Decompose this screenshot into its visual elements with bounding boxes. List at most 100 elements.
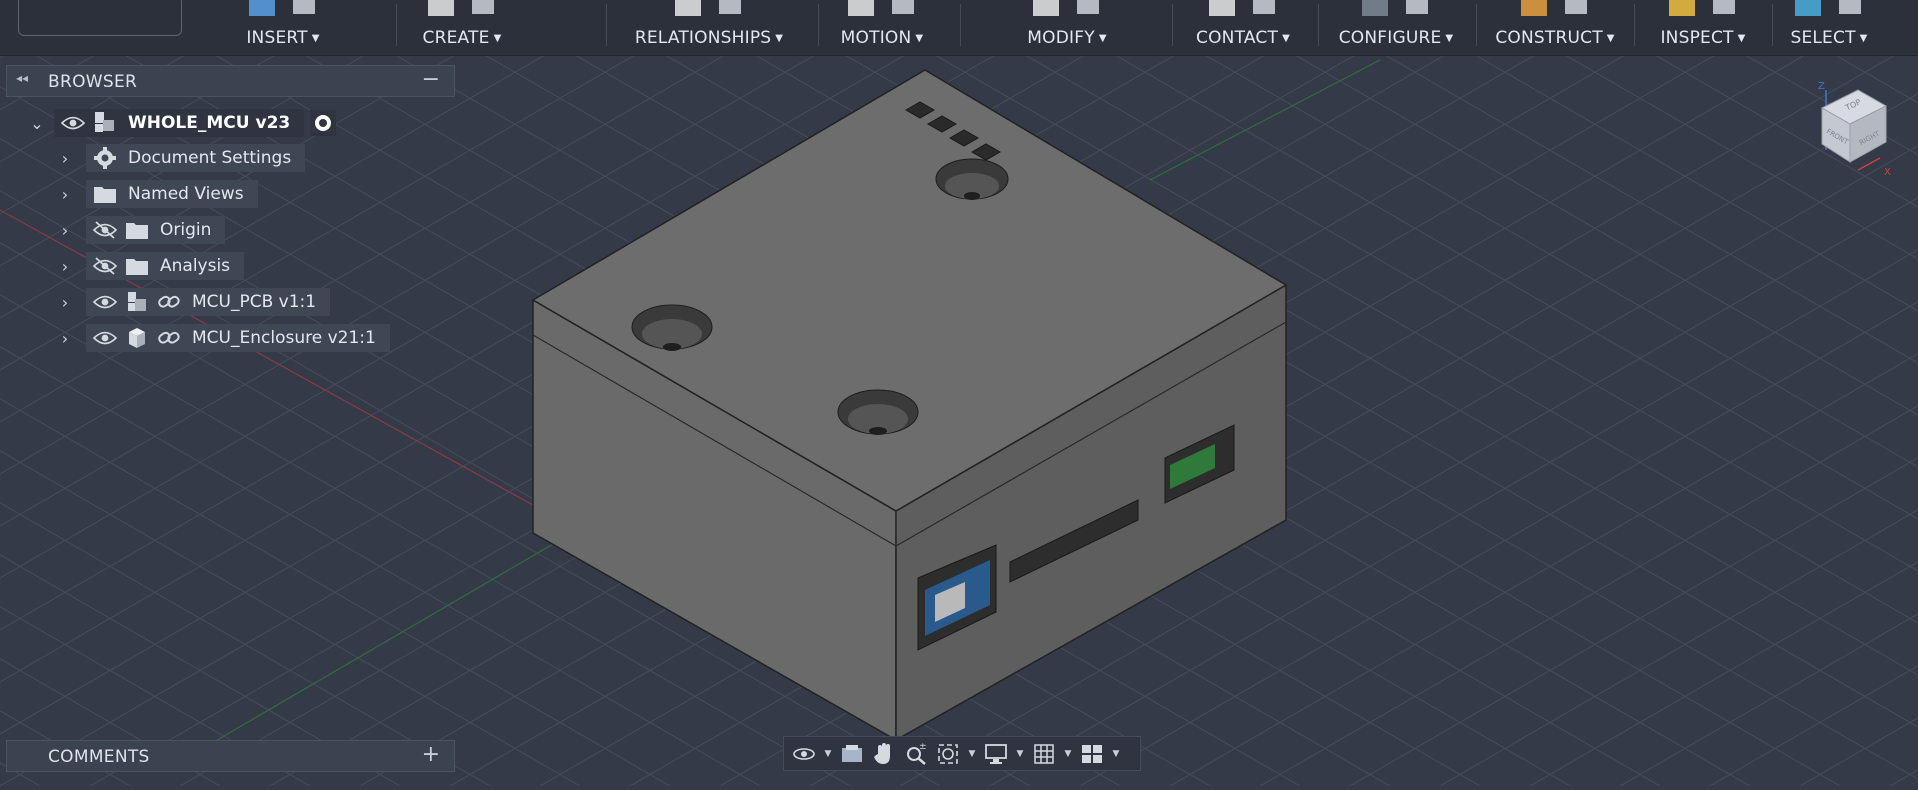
eye-hidden-icon[interactable] [92,217,118,243]
chevron-right-icon[interactable]: › [58,185,72,204]
toolbar-tool-icon[interactable] [1665,0,1699,20]
toolbar-tool-icon[interactable] [287,0,321,20]
orbit-dropdown-icon[interactable]: ▼ [822,749,834,759]
toolbar-tool-icon[interactable] [713,0,747,20]
browser-tree-item[interactable]: › Named Views [58,179,258,209]
viewports-icon[interactable] [1078,741,1106,767]
toolbar-group[interactable]: CREATE ▼ [412,0,512,55]
comments-panel-header: COMMENTS + [6,740,455,772]
screw-hole [837,389,919,435]
browser-tree-item[interactable]: › Document Settings [58,143,306,173]
toolbar-group-label[interactable]: MOTION ▼ [826,28,938,48]
folder-icon [92,181,118,207]
comments-title: COMMENTS [48,747,150,767]
toolbar-tool-icon[interactable] [1358,0,1392,20]
assembly-icon [92,110,118,136]
chevron-right-icon[interactable]: › [58,149,72,168]
folder-icon [124,253,150,279]
look-at-icon[interactable] [838,741,866,767]
toolbar-tool-icon[interactable] [1071,0,1105,20]
gear-icon [92,145,118,171]
toolbar-tool-icon[interactable] [1559,0,1593,20]
toolbar-group[interactable]: INSERT ▼ [222,0,344,55]
toolbar-separator [606,4,607,46]
viewcube[interactable]: Z X TOP FRONT RIGHT [1808,80,1896,180]
toolbar-tool-icon[interactable] [1791,0,1825,20]
toolbar-group[interactable]: CONFIGURE ▼ [1326,0,1466,55]
pan-hand-icon[interactable] [870,741,898,767]
toolbar-group-label[interactable]: INSPECT ▼ [1644,28,1762,48]
toolbar-separator [396,4,397,46]
eye-icon[interactable] [92,289,118,315]
toolbar-tool-icon[interactable] [245,0,279,20]
toolbar-tool-icon[interactable] [886,0,920,20]
eye-hidden-icon[interactable] [92,253,118,279]
toolbar-group[interactable]: MOTION ▼ [826,0,938,55]
toolbar-tool-icon[interactable] [844,0,878,20]
browser-tree-item[interactable]: › MCU_Enclosure v21:1 [58,323,390,353]
toolbar-group-label[interactable]: MODIFY ▼ [968,28,1166,48]
toolbar-group[interactable]: SELECT ▼ [1780,0,1878,55]
display-dropdown-icon[interactable]: ▼ [1014,749,1026,759]
tree-item-label: MCU_PCB v1:1 [192,292,317,312]
toolbar-tool-icon[interactable] [466,0,500,20]
svg-text:Z: Z [1818,81,1825,92]
viewports-dropdown-icon[interactable]: ▼ [1110,749,1122,759]
toolbar-tool-icon[interactable] [1517,0,1551,20]
toolbar-tool-icon[interactable] [1247,0,1281,20]
toolbar-group-label[interactable]: RELATIONSHIPS ▼ [616,28,802,48]
toolbar-tool-icon[interactable] [1205,0,1239,20]
tree-item-label: Analysis [160,256,231,276]
minimize-icon[interactable]: − [422,67,440,92]
browser-panel-header: ◂◂ BROWSER − [6,65,455,97]
toolbar-tool-icon[interactable] [1400,0,1434,20]
toolbar-group-label[interactable]: CONSTRUCT ▼ [1484,28,1626,48]
toolbar-tool-icon[interactable] [424,0,458,20]
toolbar-group[interactable]: CONTACT ▼ [1176,0,1310,55]
toolbar-group[interactable]: RELATIONSHIPS ▼ [616,0,802,55]
svg-text:±: ± [919,742,927,752]
tree-item-label: MCU_Enclosure v21:1 [192,328,376,348]
fit-icon[interactable] [934,741,962,767]
toolbar-group[interactable]: INSPECT ▼ [1644,0,1762,55]
toolbar-group-label[interactable]: SELECT ▼ [1780,28,1878,48]
toolbar-separator [818,4,819,46]
toolbar-tool-icon[interactable] [671,0,705,20]
collapse-panel-icon[interactable]: ◂◂ [16,71,28,85]
toolbar-group-label[interactable]: CONTACT ▼ [1176,28,1310,48]
activate-radio-icon[interactable] [310,110,337,136]
chevron-right-icon[interactable]: › [58,329,72,348]
browser-root-row[interactable]: ⌄ WHOLE_MCU v23 [30,108,337,138]
orbit-icon[interactable] [790,741,818,767]
toolbar-group-label[interactable]: CREATE ▼ [412,28,512,48]
toolbar-group-label[interactable]: INSERT ▼ [222,28,344,48]
svg-text:X: X [1884,167,1891,178]
navigation-bar: ▼ ± ▼ ▼ ▼ ▼ [783,736,1141,771]
grid-dropdown-icon[interactable]: ▼ [1062,749,1074,759]
chevron-right-icon[interactable]: › [58,293,72,312]
eye-icon[interactable] [60,110,86,136]
toolbar-tool-icon[interactable] [1029,0,1063,20]
tree-item-label: Named Views [128,184,244,204]
toolbar-group[interactable]: MODIFY ▼ [968,0,1166,55]
zoom-icon[interactable]: ± [902,741,930,767]
add-comment-icon[interactable]: + [422,742,440,767]
eye-icon[interactable] [92,325,118,351]
toolbar-tool-icon[interactable] [1833,0,1867,20]
browser-tree-item[interactable]: › MCU_PCB v1:1 [58,287,331,317]
chevron-right-icon[interactable]: › [58,221,72,240]
folder-icon [124,217,150,243]
browser-tree-item[interactable]: › Analysis [58,251,245,281]
grid-icon[interactable] [1030,741,1058,767]
display-settings-icon[interactable] [982,741,1010,767]
toolbar-tool-icon[interactable] [1707,0,1741,20]
toolbar-group[interactable]: CONSTRUCT ▼ [1484,0,1626,55]
browser-tree-item[interactable]: › Origin [58,215,226,245]
chevron-down-icon[interactable]: ⌄ [30,114,44,133]
link-icon [156,289,182,315]
chevron-right-icon[interactable]: › [58,257,72,276]
workspace-switcher[interactable] [18,0,182,36]
toolbar-group-label[interactable]: CONFIGURE ▼ [1326,28,1466,48]
component-icon [124,289,150,315]
fit-dropdown-icon[interactable]: ▼ [966,749,978,759]
